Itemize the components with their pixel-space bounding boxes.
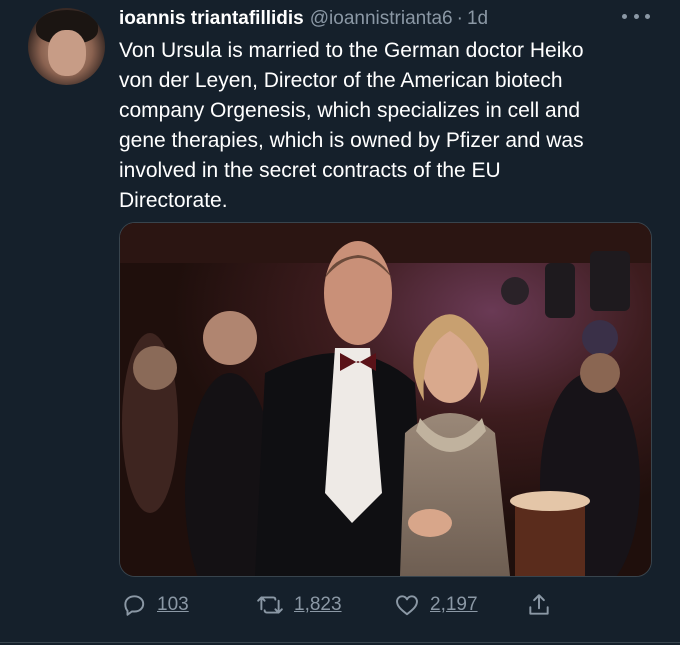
more-dot (622, 13, 627, 19)
avatar[interactable] (28, 8, 105, 85)
author-name[interactable]: ioannis triantafillidis (119, 8, 304, 29)
share-button[interactable] (526, 588, 552, 622)
avatar-face (48, 30, 86, 76)
more-dot (645, 13, 650, 19)
more-dot (633, 13, 639, 19)
tweet-text-line: company Orgenesis, which specializes in … (119, 99, 581, 122)
tweet-text: Von Ursula is married to the German doct… (119, 36, 654, 216)
tweet-divider (0, 642, 680, 643)
share-icon (526, 592, 552, 618)
tweet-actions: 103 1,823 2,197 (0, 588, 680, 622)
tweet-text-line: involved in the secret contracts of the … (119, 159, 501, 182)
header-separator: · (456, 8, 463, 29)
tweet-text-line: Von Ursula is married to the German doct… (119, 39, 584, 62)
retweet-count: 1,823 (294, 594, 342, 615)
tweet-timestamp[interactable]: 1d (467, 8, 488, 29)
heart-icon (394, 592, 420, 618)
tweet-text-line: Directorate. (119, 189, 228, 212)
retweet-button[interactable]: 1,823 (256, 588, 342, 622)
tweet-text-line: von der Leyen, Director of the American … (119, 69, 563, 92)
reply-count: 103 (157, 594, 189, 615)
reply-icon (121, 592, 147, 618)
photo-illustration (120, 223, 651, 576)
tweet-header: ioannis triantafillidis @ioannistrianta6 ·… (119, 6, 488, 32)
tweet-text-line: gene therapies, which is owned by Pfizer… (119, 129, 584, 152)
retweet-icon (256, 592, 284, 618)
more-icon[interactable] (622, 6, 650, 26)
like-button[interactable]: 2,197 (394, 588, 478, 622)
reply-button[interactable]: 103 (121, 588, 189, 622)
tweet-photo[interactable] (119, 222, 652, 577)
author-handle[interactable]: @ioannistrianta6 (310, 8, 453, 29)
tweet[interactable]: ioannis triantafillidis @ioannistrianta6 ·… (0, 0, 680, 645)
like-count: 2,197 (430, 594, 478, 615)
